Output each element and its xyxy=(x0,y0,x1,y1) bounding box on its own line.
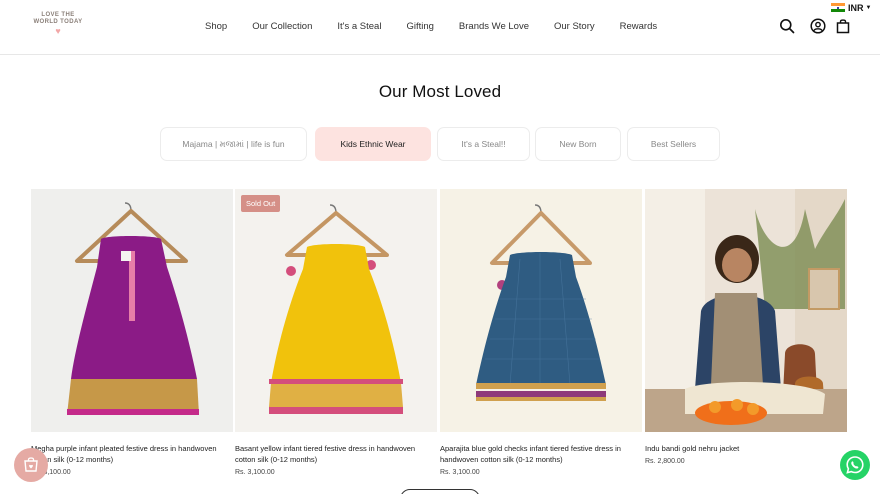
tab-best-sellers[interactable]: Best Sellers xyxy=(627,127,720,161)
collection-tabs: Majama | મજામાં | life is fun Kids Ethni… xyxy=(0,127,880,161)
site-header: LOVE THE WORLD TODAY ♥ Shop Our Collecti… xyxy=(0,0,880,55)
section-title: Our Most Loved xyxy=(378,82,502,101)
product-price: Rs. 3,100.00 xyxy=(235,469,275,476)
account-icon[interactable] xyxy=(810,18,826,34)
nav-gifting[interactable]: Gifting xyxy=(406,21,433,32)
nav-its-a-steal[interactable]: It's a Steal xyxy=(337,21,381,32)
whatsapp-icon xyxy=(846,456,864,474)
nav-our-collection[interactable]: Our Collection xyxy=(252,21,312,32)
product-card[interactable]: Aparajita blue gold checks infant tiered… xyxy=(440,189,642,476)
view-all-button[interactable] xyxy=(400,489,480,494)
purple-dress-image xyxy=(31,189,233,432)
product-image[interactable] xyxy=(440,189,642,432)
product-name[interactable]: Indu bandi gold nehru jacket xyxy=(645,443,847,454)
tab-kids-ethnic-wear[interactable]: Kids Ethnic Wear xyxy=(315,127,431,161)
main-nav: Shop Our Collection It's a Steal Gifting… xyxy=(205,21,657,32)
logo[interactable]: LOVE THE WORLD TODAY ♥ xyxy=(30,12,86,36)
nehru-jacket-image xyxy=(645,189,847,432)
tab-new-born[interactable]: New Born xyxy=(535,127,621,161)
product-price: Rs. 3,100.00 xyxy=(440,469,480,476)
nav-rewards[interactable]: Rewards xyxy=(620,21,658,32)
logo-heart-icon: ♥ xyxy=(55,26,61,36)
product-card[interactable]: Sold Out Basant yellow infant tiered fes… xyxy=(235,189,437,476)
tab-its-a-steal[interactable]: It's a Steal!! xyxy=(437,127,530,161)
product-image[interactable]: Sold Out xyxy=(235,189,437,432)
floating-cart-button[interactable] xyxy=(14,448,48,482)
product-image[interactable] xyxy=(31,189,233,432)
bag-icon[interactable] xyxy=(835,18,851,34)
chevron-down-icon: ▼ xyxy=(865,4,872,11)
product-price: Rs. 2,800.00 xyxy=(645,458,685,465)
product-name[interactable]: Megha purple infant pleated festive dres… xyxy=(31,443,233,465)
currency-selector[interactable]: INR ▼ xyxy=(831,1,872,14)
product-image[interactable] xyxy=(645,189,847,432)
currency-code: INR xyxy=(848,2,864,13)
product-price: Rs. 3,100.00 xyxy=(31,469,71,476)
nav-shop[interactable]: Shop xyxy=(205,21,227,32)
yellow-dress-image xyxy=(235,189,437,432)
whatsapp-button[interactable] xyxy=(840,450,870,480)
logo-line-1: LOVE THE xyxy=(41,12,75,18)
product-name[interactable]: Basant yellow infant tiered festive dres… xyxy=(235,443,437,465)
nav-brands-we-love[interactable]: Brands We Love xyxy=(459,21,529,32)
tab-majama[interactable]: Majama | મજામાં | life is fun xyxy=(160,127,307,161)
logo-line-2: WORLD TODAY xyxy=(33,19,83,25)
search-icon[interactable] xyxy=(779,18,795,34)
india-flag-icon xyxy=(831,3,845,12)
sold-out-badge: Sold Out xyxy=(241,195,281,212)
product-name[interactable]: Aparajita blue gold checks infant tiered… xyxy=(440,443,642,465)
cart-heart-icon xyxy=(24,457,38,472)
blue-dress-image xyxy=(440,189,642,432)
product-card[interactable]: Megha purple infant pleated festive dres… xyxy=(31,189,233,476)
nav-our-story[interactable]: Our Story xyxy=(554,21,595,32)
product-card[interactable]: Indu bandi gold nehru jacket Rs. 2,800.0… xyxy=(645,189,847,465)
